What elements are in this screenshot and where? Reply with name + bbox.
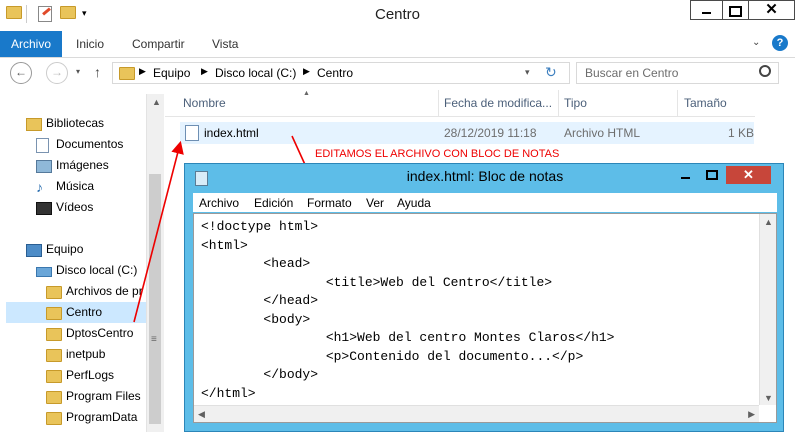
menu-ayuda[interactable]: Ayuda bbox=[397, 196, 431, 210]
notepad-content: <!doctype html> <html> <head> <title>Web… bbox=[201, 219, 615, 401]
notepad-menu-bar: Archivo Edición Formato Ver Ayuda bbox=[193, 193, 777, 212]
scroll-down-icon[interactable]: ▼ bbox=[764, 393, 773, 403]
notepad-horizontal-scrollbar[interactable]: ◀ ▶ bbox=[194, 405, 759, 422]
scroll-up-icon[interactable]: ▲ bbox=[764, 217, 773, 227]
annotation-label: EDITAMOS EL ARCHIVO CON BLOC DE NOTAS bbox=[315, 148, 560, 160]
scroll-left-icon[interactable]: ◀ bbox=[198, 409, 205, 420]
notepad-maximize-button[interactable] bbox=[699, 166, 725, 184]
close-icon: ✕ bbox=[743, 167, 754, 182]
notepad-text-area[interactable]: <!doctype html> <html> <head> <title>Web… bbox=[193, 213, 777, 423]
notepad-minimize-button[interactable] bbox=[672, 166, 698, 184]
annotation-arrow-to-file bbox=[133, 140, 184, 323]
notepad-vertical-scrollbar[interactable]: ▲ ▼ bbox=[759, 214, 776, 405]
notepad-window: index.html: Bloc de notas ✕ Archivo Edic… bbox=[184, 163, 784, 432]
menu-edicion[interactable]: Edición bbox=[254, 196, 293, 210]
notepad-close-button[interactable]: ✕ bbox=[726, 166, 771, 184]
menu-formato[interactable]: Formato bbox=[307, 196, 352, 210]
scroll-right-icon[interactable]: ▶ bbox=[748, 409, 755, 420]
menu-ver[interactable]: Ver bbox=[366, 196, 384, 210]
menu-archivo[interactable]: Archivo bbox=[199, 196, 239, 210]
